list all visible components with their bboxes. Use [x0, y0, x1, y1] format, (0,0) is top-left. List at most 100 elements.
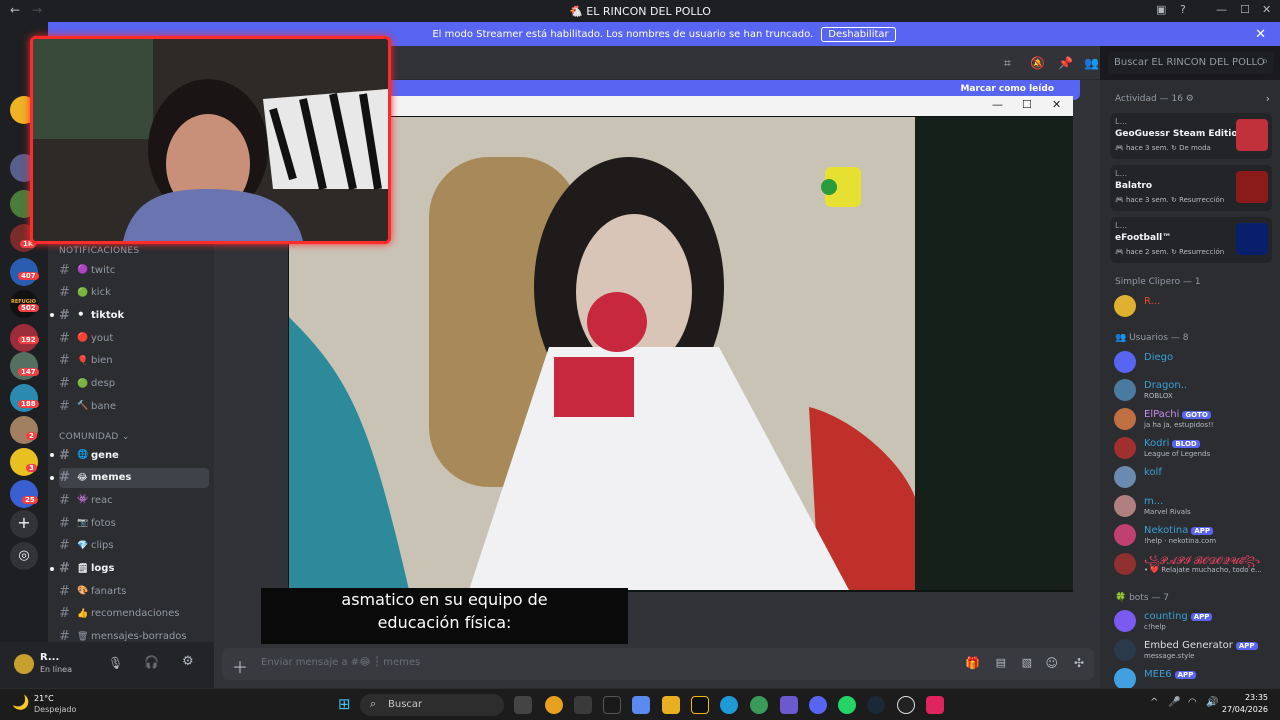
whatsapp-icon[interactable]	[838, 696, 856, 714]
obs-icon[interactable]	[897, 696, 915, 714]
activity-user: L...	[1115, 169, 1128, 178]
member-tag: BLOD	[1172, 440, 1200, 448]
channel-comunidad-item[interactable]: # 😂 memes	[50, 467, 209, 488]
mark-as-read-button[interactable]: Marcar como leído	[960, 84, 1054, 94]
taskbar-search[interactable]: ⌕ Buscar	[360, 694, 504, 716]
file-explorer-icon[interactable]	[662, 696, 680, 714]
member-item[interactable]: ElPachi GOTO ja ha ja, estupidos!!	[1114, 406, 1274, 434]
member-item[interactable]: Embed Generator APP message.style	[1114, 637, 1274, 665]
video-caption: asmatico en su equipo de educación físic…	[261, 588, 628, 644]
headphones-icon[interactable]: 🎧	[144, 655, 159, 669]
channel-notif-item[interactable]: # 🔨 bane	[59, 396, 209, 416]
avatar[interactable]	[14, 654, 34, 674]
member-item[interactable]: m... Marvel Rivals	[1114, 493, 1274, 521]
search-input[interactable]: Buscar EL RINCON DEL POLLO ⌕	[1108, 52, 1274, 74]
task-view-icon[interactable]	[514, 696, 532, 714]
windows-start-icon[interactable]: ⊞	[338, 695, 351, 713]
minimize-icon[interactable]: —	[1216, 3, 1227, 16]
member-item[interactable]: ꧁𝓟𝓐𝓟𝓘 𝓑𝓞𝓓𝓞𝓠𝓤𝓔꧂ • ❤️ Relajate muchacho, to…	[1114, 551, 1274, 579]
channel-comunidad-item[interactable]: # 💎 clips	[59, 536, 209, 556]
channel-comunidad-item[interactable]: # 👍 recomendaciones	[59, 604, 209, 624]
gift-icon[interactable]: 🎁	[965, 656, 980, 670]
binance-icon[interactable]	[691, 696, 709, 714]
activity-card[interactable]: L... Balatro 🎮 hace 3 sem. ↻ Resurrección	[1110, 165, 1272, 211]
category-notificaciones[interactable]: NOTIFICACIONES	[59, 246, 139, 256]
clock-date[interactable]: 27/04/2026	[1220, 705, 1268, 714]
microphone-icon[interactable]: 🎙	[108, 656, 123, 670]
member-tag: APP	[1190, 613, 1213, 621]
inbox-icon[interactable]: ▣	[1156, 3, 1166, 16]
maximize-icon[interactable]: ☐	[1240, 3, 1250, 16]
sticker-icon[interactable]: ▧	[1022, 656, 1032, 669]
app-icon[interactable]	[574, 696, 592, 714]
add-server-icon[interactable]: +	[10, 510, 38, 538]
weather-desc: Despejado	[34, 705, 77, 714]
copilot-icon[interactable]	[632, 696, 650, 714]
member-item[interactable]: Nekotina APP !help · nekotina.com	[1114, 522, 1274, 550]
emoji-icon[interactable]: ☺	[1045, 656, 1058, 670]
member-item[interactable]: Diego	[1114, 349, 1274, 377]
member-item[interactable]: R...	[1114, 293, 1274, 321]
channel-notif-item[interactable]: # 🟢 desp	[59, 374, 209, 394]
channel-comunidad-item[interactable]: # 🗒 logs	[50, 559, 209, 579]
tray-chevron-icon[interactable]: ^	[1150, 697, 1158, 708]
tiktok-icon[interactable]	[926, 696, 944, 714]
activity-time: hace 3 sem.	[1125, 196, 1169, 204]
channel-notif-item[interactable]: # 🎈 bien	[59, 351, 209, 371]
attach-plus-icon[interactable]: ＋	[232, 654, 248, 678]
channel-comunidad-item[interactable]: # 📷 fotos	[59, 513, 209, 533]
pin-icon[interactable]: 📌	[1058, 56, 1073, 70]
channel-label: clips	[91, 540, 114, 552]
gif-icon[interactable]: ▤	[996, 656, 1006, 669]
message-composer[interactable]: ＋ Enviar mensaje a #😂 ┆ memes 🎁 ▤ ▧ ☺ ✣	[222, 648, 1094, 680]
member-status: Marvel Rivals	[1144, 508, 1191, 516]
microphone-icon[interactable]: 🎤	[1168, 697, 1180, 708]
help-icon[interactable]: ?	[1180, 3, 1186, 16]
member-list-icon[interactable]: 👥	[1084, 56, 1099, 70]
channel-notif-item[interactable]: # 🟢 kick	[59, 283, 209, 303]
member-name-text: MEE6	[1144, 669, 1172, 680]
explore-icon[interactable]: ◎	[10, 542, 38, 570]
channel-comunidad-item[interactable]: # 👾 reac	[59, 490, 209, 510]
steam-icon[interactable]	[867, 696, 885, 714]
hash-icon: #	[59, 492, 70, 508]
category-comunidad[interactable]: COMUNIDAD ⌄	[59, 432, 130, 442]
edge-icon[interactable]	[720, 696, 738, 714]
channel-notif-item[interactable]: # ⚫ tiktok	[50, 305, 209, 325]
member-item[interactable]: counting APP c!help	[1114, 608, 1274, 636]
network-icon[interactable]: ◠	[1188, 697, 1197, 708]
volume-icon[interactable]: 🔊	[1206, 697, 1218, 708]
apps-icon[interactable]: ✣	[1074, 656, 1084, 670]
member-name: Nekotina APP	[1144, 525, 1214, 536]
channel-label: bane	[91, 400, 116, 412]
chevron-right-icon[interactable]: ›	[1266, 92, 1270, 105]
activity-game: Balatro	[1115, 181, 1153, 191]
hash-icon: #	[59, 583, 70, 599]
disable-button[interactable]: Deshabilitar	[821, 26, 896, 42]
member-item[interactable]: kolf	[1114, 464, 1274, 492]
activity-card[interactable]: L... GeoGuessr Steam Edition 🎮 hace 3 sem.…	[1110, 113, 1272, 159]
settings-gear-icon[interactable]: ⚙	[182, 654, 194, 669]
notifications-icon[interactable]: 🔕	[1030, 56, 1045, 70]
discord-icon[interactable]	[809, 696, 827, 714]
popout-titlebar[interactable]: — ☐ ✕	[288, 96, 1073, 116]
maximize-icon[interactable]: ☐	[1022, 98, 1032, 111]
close-icon[interactable]: ✕	[1255, 27, 1266, 42]
channel-comunidad-item[interactable]: # 🎨 fanarts	[59, 581, 209, 601]
channel-notif-item[interactable]: # 🟣 twitc	[59, 260, 209, 280]
close-icon[interactable]: ✕	[1262, 3, 1271, 16]
channel-comunidad-item[interactable]: # 🌐 gene	[50, 445, 209, 465]
app-icon[interactable]	[750, 696, 768, 714]
activity-card[interactable]: L... eFootball™ 🎮 hace 2 sem. ↻ Resurrecci…	[1110, 217, 1272, 263]
threads-icon[interactable]: ⌗	[1004, 56, 1011, 71]
minimize-icon[interactable]: —	[992, 98, 1003, 111]
app-icon[interactable]	[603, 696, 621, 714]
member-item[interactable]: Dragon.. ROBLOX	[1114, 377, 1274, 405]
channel-notif-item[interactable]: # 🔴 yout	[59, 328, 209, 348]
chrome-icon[interactable]	[545, 696, 563, 714]
app-icon[interactable]	[780, 696, 798, 714]
close-icon[interactable]: ✕	[1052, 98, 1061, 111]
member-item[interactable]: Kodri BLOD League of Legends	[1114, 435, 1274, 463]
member-name-text: kolf	[1144, 467, 1162, 478]
clock-time[interactable]: 23:35	[1228, 693, 1268, 702]
